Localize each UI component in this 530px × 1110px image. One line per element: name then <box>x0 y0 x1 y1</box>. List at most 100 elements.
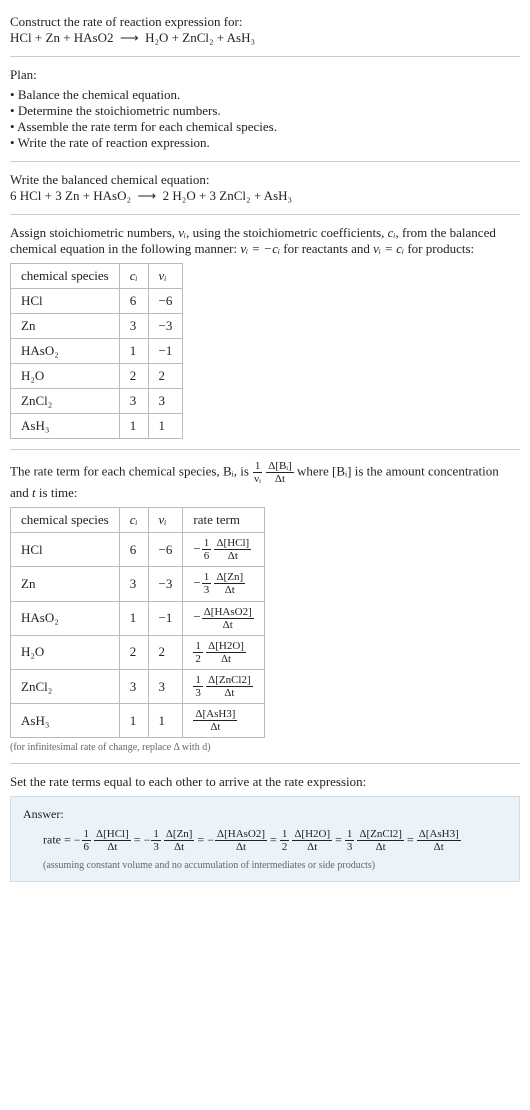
rate-delta-frac: Δ[Bᵢ]Δt <box>266 460 294 485</box>
fraction: 12 <box>280 828 290 853</box>
rate-term-cell: −Δ[HAsO2]Δt <box>183 601 264 635</box>
nu-products: νᵢ = cᵢ <box>373 241 404 256</box>
divider <box>10 161 520 162</box>
table-row: H₂O22 <box>11 364 183 389</box>
col-ci: cᵢ <box>119 508 148 533</box>
equals-sign: = <box>267 833 280 847</box>
rate-table: chemical species cᵢ νᵢ rate term HCl6−6−… <box>10 507 265 738</box>
rate-term-cell: −16 Δ[HCl]Δt <box>183 533 264 567</box>
rate-term-cell: 12 Δ[H2O]Δt <box>183 635 264 669</box>
answer-box: Answer: rate = −16 Δ[HCl]Δt = −13 Δ[Zn]Δ… <box>10 796 520 881</box>
divider <box>10 214 520 215</box>
fraction: 13 <box>193 674 203 699</box>
balanced-title: Write the balanced chemical equation: <box>10 172 520 188</box>
arrow-icon: ⟶ <box>120 30 139 45</box>
intro-section: Construct the rate of reaction expressio… <box>10 8 520 52</box>
plan-section: Plan: Balance the chemical equation. Det… <box>10 61 520 157</box>
stoich-paragraph: Assign stoichiometric numbers, νᵢ, using… <box>10 225 520 257</box>
fraction: Δ[H2O]Δt <box>206 640 246 665</box>
table-row: HAsO₂1−1 <box>11 339 183 364</box>
rate-term-cell: 13 Δ[ZnCl2]Δt <box>183 669 264 703</box>
fraction: Δ[Zn]Δt <box>214 571 245 596</box>
rateterm-section: The rate term for each chemical species,… <box>10 454 520 759</box>
equals-sign: = <box>131 833 144 847</box>
plan-title: Plan: <box>10 67 520 83</box>
table-row: HCl6−6 <box>11 289 183 314</box>
rate-lead: rate = <box>43 833 74 847</box>
fraction: 13 <box>202 571 212 596</box>
final-text: Set the rate terms equal to each other t… <box>10 774 520 790</box>
intro-lhs: HCl + Zn + HAsO2 <box>10 30 114 45</box>
table-header-row: chemical species cᵢ νᵢ rate term <box>11 508 265 533</box>
col-species: chemical species <box>11 264 120 289</box>
fraction: 13 <box>345 828 355 853</box>
table-row: AsH₃11Δ[AsH3]Δt <box>11 704 265 738</box>
fraction: 16 <box>202 537 212 562</box>
col-nui: νᵢ <box>148 508 183 533</box>
divider <box>10 56 520 57</box>
col-species: chemical species <box>11 508 120 533</box>
rate-term-cell: −13 Δ[Zn]Δt <box>183 567 264 601</box>
answer-equation: rate = −16 Δ[HCl]Δt = −13 Δ[Zn]Δt = −Δ[H… <box>23 828 507 853</box>
balanced-rhs: 2 H₂O + 3 ZnCl₂ + AsH₃ <box>163 188 292 203</box>
col-ci: cᵢ <box>119 264 148 289</box>
intro-rhs: H₂O + ZnCl₂ + AsH₃ <box>145 30 255 45</box>
fraction: Δ[HCl]Δt <box>214 537 251 562</box>
fraction: 13 <box>151 828 161 853</box>
answer-label: Answer: <box>23 807 507 822</box>
fraction: Δ[ZnCl2]Δt <box>206 674 253 699</box>
minus-sign: − <box>74 833 81 847</box>
fraction: 16 <box>82 828 92 853</box>
c-i: cᵢ <box>388 225 396 240</box>
arrow-icon: ⟶ <box>138 188 157 203</box>
stoich-table: chemical species cᵢ νᵢ HCl6−6 Zn3−3 HAsO… <box>10 263 183 439</box>
answer-assumption: (assuming constant volume and no accumul… <box>23 860 507 871</box>
plan-item: Write the rate of reaction expression. <box>10 135 520 151</box>
fraction: Δ[AsH3]Δt <box>193 708 237 733</box>
equals-sign: = <box>194 833 207 847</box>
nu-reactants: νᵢ = −cᵢ <box>240 241 280 256</box>
rate-term-cell: Δ[AsH3]Δt <box>183 704 264 738</box>
table-row: HAsO₂1−1−Δ[HAsO2]Δt <box>11 601 265 635</box>
table-row: ZnCl₂3313 Δ[ZnCl2]Δt <box>11 669 265 703</box>
balanced-section: Write the balanced chemical equation: 6 … <box>10 166 520 210</box>
nu-i: νᵢ <box>178 225 186 240</box>
stoich-section: Assign stoichiometric numbers, νᵢ, using… <box>10 219 520 445</box>
plan-item: Determine the stoichiometric numbers. <box>10 103 520 119</box>
balanced-equation: 6 HCl + 3 Zn + HAsO₂ ⟶ 2 H₂O + 3 ZnCl₂ +… <box>10 188 520 204</box>
col-rateterm: rate term <box>183 508 264 533</box>
minus-sign: − <box>193 609 200 624</box>
rateterm-paragraph: The rate term for each chemical species,… <box>10 460 520 501</box>
table-row: H₂O2212 Δ[H2O]Δt <box>11 635 265 669</box>
intro-prompt: Construct the rate of reaction expressio… <box>10 14 520 30</box>
divider <box>10 449 520 450</box>
fraction: Δ[HCl]Δt <box>94 828 131 853</box>
minus-sign: − <box>193 541 200 556</box>
table-row: HCl6−6−16 Δ[HCl]Δt <box>11 533 265 567</box>
fraction: Δ[HAsO2]Δt <box>215 828 267 853</box>
equals-sign: = <box>332 833 345 847</box>
minus-sign: − <box>193 575 200 590</box>
fraction: Δ[ZnCl2]Δt <box>357 828 404 853</box>
footnote: (for infinitesimal rate of change, repla… <box>10 742 520 753</box>
final-section: Set the rate terms equal to each other t… <box>10 768 520 887</box>
rate-coef-frac: 1νᵢ <box>252 460 263 485</box>
equals-sign: = <box>404 833 417 847</box>
fraction: 12 <box>193 640 203 665</box>
fraction: Δ[HAsO2]Δt <box>202 606 254 631</box>
plan-item: Assemble the rate term for each chemical… <box>10 119 520 135</box>
table-row: AsH₃11 <box>11 414 183 439</box>
fraction: Δ[AsH3]Δt <box>417 828 461 853</box>
table-row: Zn3−3−13 Δ[Zn]Δt <box>11 567 265 601</box>
minus-sign: − <box>144 833 151 847</box>
balanced-lhs: 6 HCl + 3 Zn + HAsO₂ <box>10 188 131 203</box>
fraction: Δ[H2O]Δt <box>292 828 332 853</box>
plan-item: Balance the chemical equation. <box>10 87 520 103</box>
intro-equation: HCl + Zn + HAsO2 ⟶ H₂O + ZnCl₂ + AsH₃ <box>10 30 520 46</box>
divider <box>10 763 520 764</box>
fraction: Δ[Zn]Δt <box>164 828 195 853</box>
table-header-row: chemical species cᵢ νᵢ <box>11 264 183 289</box>
col-nui: νᵢ <box>148 264 183 289</box>
table-row: Zn3−3 <box>11 314 183 339</box>
minus-sign: − <box>207 833 214 847</box>
